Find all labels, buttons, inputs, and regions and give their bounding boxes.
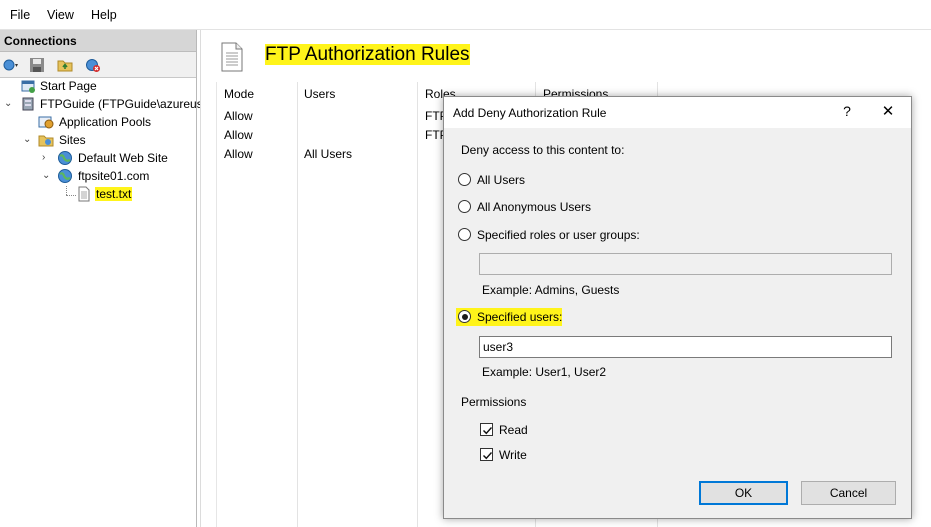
tree-label: Sites (59, 133, 86, 147)
help-button[interactable]: ? (839, 103, 855, 119)
checkbox-label: Read (499, 423, 528, 437)
menu-file[interactable]: File (10, 8, 30, 22)
cell-mode: Allow (224, 147, 253, 161)
chevron-right-icon[interactable]: › (42, 152, 52, 164)
menu-bar: File View Help (0, 0, 931, 30)
checkmark-icon (483, 452, 493, 460)
ok-button[interactable]: OK (699, 481, 788, 505)
permission-write[interactable]: Write (480, 446, 540, 464)
tree-item-ftp-site[interactable]: ⌄ ftpsite01.com (0, 168, 196, 186)
tree-connector (66, 195, 76, 196)
tree-item-start-page[interactable]: Start Page (0, 78, 196, 96)
option-label: All Anonymous Users (477, 200, 592, 214)
file-icon (78, 186, 90, 202)
application-pools-icon (38, 116, 54, 129)
chevron-down-icon[interactable]: ⌄ (4, 98, 14, 110)
radio-specified-users[interactable] (458, 310, 471, 323)
users-example: Example: User1, User2 (482, 365, 607, 379)
connections-title: Connections (4, 34, 77, 48)
menu-view[interactable]: View (47, 8, 74, 22)
disconnect-icon[interactable] (85, 57, 101, 73)
deny-prompt: Deny access to this content to: (461, 143, 625, 157)
tree-label: FTPGuide (FTPGuide\azureuse (40, 97, 210, 111)
roles-input[interactable] (479, 253, 892, 275)
save-icon[interactable] (29, 57, 45, 73)
close-button[interactable]: ✕ (879, 102, 897, 120)
chevron-down-icon[interactable]: ⌄ (23, 134, 33, 146)
roles-example: Example: Admins, Guests (482, 283, 620, 297)
add-deny-rule-dialog: Add Deny Authorization Rule ? ✕ Deny acc… (443, 96, 912, 519)
connections-header: Connections (0, 30, 196, 52)
document-icon (221, 42, 243, 72)
dialog-title: Add Deny Authorization Rule (453, 106, 607, 120)
cell-mode: Allow (224, 128, 253, 142)
read-checkbox[interactable] (480, 423, 493, 436)
tree-item-server[interactable]: ⌄ FTPGuide (FTPGuide\azureuse (0, 96, 209, 114)
tree-label: Application Pools (59, 115, 152, 129)
cell-mode: Allow (224, 109, 253, 123)
tree-item-sites[interactable]: ⌄ Sites (0, 132, 196, 150)
tree-label: test.txt (95, 187, 133, 201)
cancel-button[interactable]: Cancel (801, 481, 896, 505)
tree-item-file[interactable]: test.txt (0, 186, 196, 204)
checkbox-label: Write (499, 448, 527, 462)
option-specified-users[interactable]: Specified users: (456, 308, 562, 326)
checkmark-icon (483, 427, 493, 435)
globe-icon (58, 151, 72, 165)
option-label: All Users (477, 173, 526, 187)
radio-all-users[interactable] (458, 173, 471, 186)
folder-up-icon[interactable] (57, 57, 73, 73)
start-page-icon (21, 80, 35, 93)
permissions-label: Permissions (461, 395, 527, 409)
tree-item-application-pools[interactable]: Application Pools (0, 114, 196, 132)
cell-users: All Users (304, 147, 353, 161)
tree-label: ftpsite01.com (78, 169, 150, 183)
write-checkbox[interactable] (480, 448, 493, 461)
option-label: Specified users: (477, 310, 563, 324)
dialog-titlebar[interactable]: Add Deny Authorization Rule ? ✕ (444, 97, 911, 128)
users-input[interactable]: user3 (479, 336, 892, 358)
column-divider (417, 82, 418, 527)
tree-label: Default Web Site (78, 151, 168, 165)
permission-read[interactable]: Read (480, 421, 540, 439)
option-all-users[interactable]: All Users (457, 171, 567, 189)
column-divider (297, 82, 298, 527)
sites-folder-icon (38, 135, 54, 147)
tree-connector (66, 186, 67, 195)
page-title: FTP Authorization Rules (265, 44, 470, 65)
connect-icon[interactable] (2, 57, 18, 73)
chevron-down-icon[interactable]: ⌄ (42, 170, 52, 182)
option-label: Specified roles or user groups: (477, 228, 640, 242)
tree-item-default-web-site[interactable]: › Default Web Site (0, 150, 196, 168)
column-header-mode[interactable]: Mode (224, 87, 254, 101)
menu-help[interactable]: Help (91, 8, 117, 22)
server-icon (22, 97, 34, 111)
radio-specified-roles[interactable] (458, 228, 471, 241)
option-all-anonymous[interactable]: All Anonymous Users (457, 198, 637, 216)
tree-label: Start Page (40, 79, 97, 93)
column-header-users[interactable]: Users (304, 87, 335, 101)
globe-icon (58, 169, 72, 183)
connections-toolbar (0, 52, 196, 78)
option-specified-roles[interactable]: Specified roles or user groups: (457, 226, 677, 244)
connections-pane: Connections Start Page ⌄ FTPGuide (FTPGu… (0, 30, 209, 527)
radio-all-anonymous[interactable] (458, 200, 471, 213)
